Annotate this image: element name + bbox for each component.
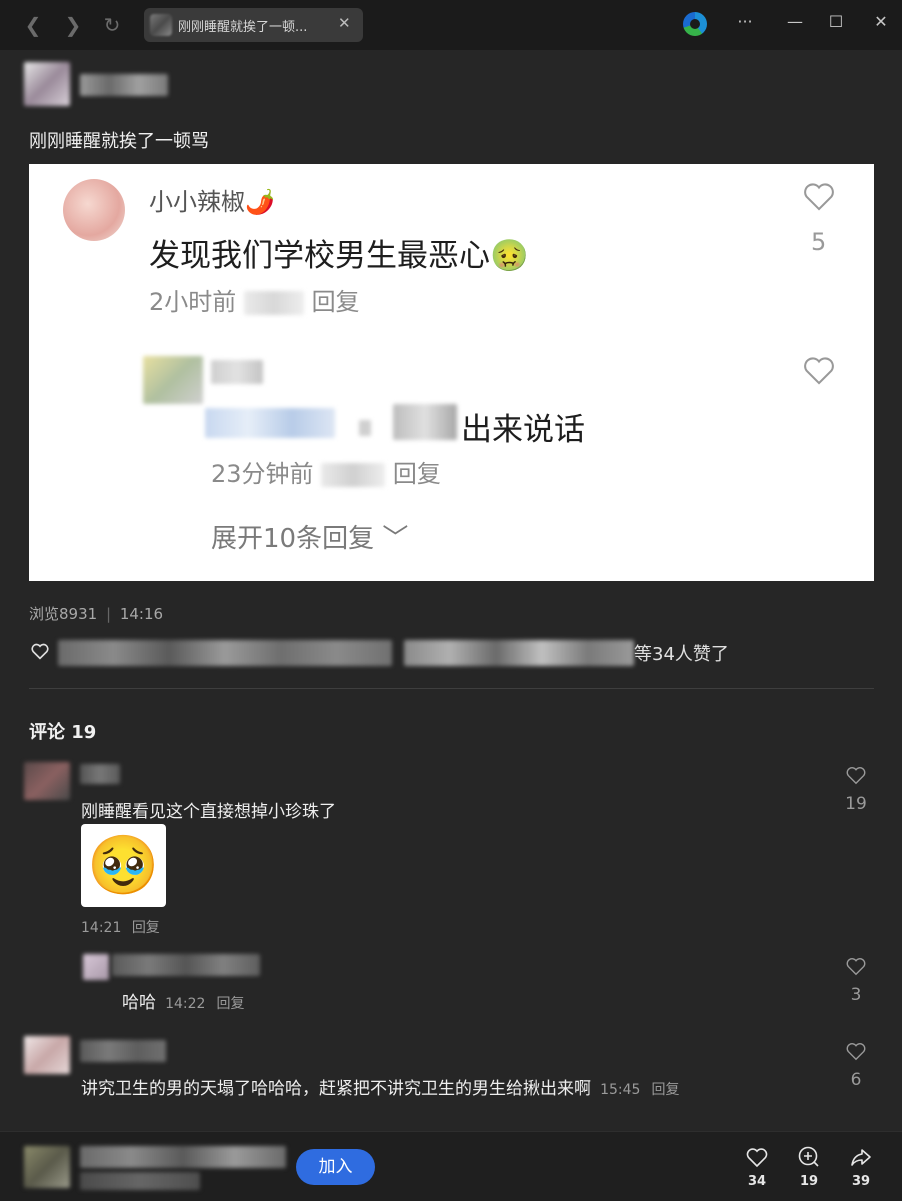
reply-time: 23分钟前 — [211, 460, 314, 488]
author-name-blurred[interactable] — [80, 74, 168, 96]
liker-names-blurred[interactable] — [58, 640, 392, 666]
author-avatar[interactable] — [24, 62, 70, 106]
comment1-name-blurred[interactable] — [80, 764, 120, 784]
comment2-name-blurred[interactable] — [80, 1040, 166, 1062]
comment1-like-count: 19 — [845, 794, 867, 814]
close-window-icon[interactable]: ✕ — [869, 12, 893, 31]
divider — [29, 688, 874, 689]
browser-tab[interactable]: 刚刚睡醒就挨了一顿... ✕ — [144, 8, 363, 42]
reply-reply: 回复 — [392, 460, 441, 488]
like-heart-icon[interactable] — [30, 642, 50, 660]
comment1-meta: 14:21 回复 — [81, 917, 160, 937]
expand-replies: 展开10条回复 ﹀ — [211, 524, 409, 554]
location-blurred — [243, 291, 304, 315]
tab-title: 刚刚睡醒就挨了一顿... — [178, 20, 308, 35]
reply-meta: 23分钟前 回复 — [211, 454, 441, 489]
browser-titlebar: ❮ ❯ ↻ 刚刚睡醒就挨了一顿... ✕ ··· — ☐ ✕ — [0, 0, 902, 50]
comment-meta: 2小时前 回复 — [149, 282, 360, 317]
comment-like-count: 5 — [811, 228, 827, 256]
view-count: 浏览8931 — [29, 605, 98, 623]
tab-favicon — [150, 14, 172, 36]
comment2-line: 讲究卫生的男的天塌了哈哈哈，赶紧把不讲究卫生的男生给揪出来啊 15:45 回复 — [81, 1074, 680, 1099]
replier-name-blurred — [211, 360, 263, 384]
comment1-time: 14:21 — [81, 920, 122, 936]
comment-add-icon[interactable] — [797, 1145, 821, 1169]
like-icon[interactable] — [745, 1145, 769, 1169]
group-avatar[interactable] — [24, 1146, 70, 1188]
reply1-line: 哈哈 14:22 回复 — [122, 988, 245, 1013]
comment-time: 2小时前 — [149, 288, 237, 316]
join-button[interactable]: 加入 — [296, 1149, 375, 1185]
replier-avatar — [143, 356, 203, 404]
back-icon[interactable]: ❮ — [22, 14, 44, 36]
reply-text: 出来说话 — [461, 412, 585, 448]
comment1-heart-icon[interactable] — [845, 764, 867, 786]
comment2-heart-icon[interactable] — [845, 1040, 867, 1062]
reply-text-blurred — [393, 404, 457, 440]
likes-summary: 等34人赞了 — [634, 644, 729, 665]
comment1-text: 刚睡醒看见这个直接想掉小珍珠了 — [81, 802, 336, 822]
more-options-icon[interactable]: ··· — [733, 12, 757, 31]
like-count: 34 — [747, 1174, 767, 1189]
reply1-text: 哈哈 — [122, 993, 156, 1013]
post-title: 刚刚睡醒就挨了一顿骂 — [29, 131, 209, 152]
tab-close-icon[interactable]: ✕ — [338, 14, 351, 32]
reply-heart-icon — [804, 357, 834, 385]
group-desc-blurred — [80, 1172, 200, 1190]
comment-count: 19 — [799, 1174, 819, 1189]
forward-icon[interactable]: ❯ — [62, 14, 84, 36]
comments-header: 评论 19 — [29, 722, 97, 743]
maximize-icon[interactable]: ☐ — [824, 12, 848, 31]
post-stats: 浏览8931 | 14:16 — [29, 605, 164, 623]
comment2-like-count: 6 — [850, 1070, 862, 1090]
heart-icon — [804, 183, 834, 211]
reply1-heart-icon[interactable] — [845, 955, 867, 977]
reply1-time: 14:22 — [165, 996, 206, 1012]
post-image[interactable]: 小小辣椒🌶️ 发现我们学校男生最恶心🤢 2小时前 回复 5 出来说话 23分钟前… — [29, 164, 874, 581]
comment-reply: 回复 — [311, 288, 360, 316]
mention-blurred — [205, 408, 335, 438]
comment1-avatar[interactable] — [24, 762, 70, 800]
comment2-avatar[interactable] — [24, 1036, 70, 1074]
reply-location-blurred — [321, 463, 386, 487]
reply1-name-blurred[interactable] — [112, 954, 260, 976]
minimize-icon[interactable]: — — [783, 12, 807, 31]
reply1-like-count: 3 — [850, 985, 862, 1005]
comment2-reply[interactable]: 回复 — [652, 1082, 680, 1098]
commenter-name: 小小辣椒🌶️ — [149, 188, 275, 216]
group-name-blurred[interactable] — [80, 1146, 286, 1168]
comment-text: 发现我们学校男生最恶心🤢 — [149, 238, 529, 274]
edge-browser-icon[interactable] — [683, 12, 707, 36]
comment2-time: 15:45 — [600, 1082, 641, 1098]
commenter-avatar — [63, 179, 125, 241]
post-time: 14:16 — [119, 605, 164, 623]
comment1-reply[interactable]: 回复 — [132, 920, 160, 936]
liker-names-blurred-2[interactable] — [404, 640, 634, 666]
comment1-emoji-image[interactable]: 🥹 — [81, 824, 166, 907]
reply1-avatar[interactable] — [83, 954, 109, 980]
refresh-icon[interactable]: ↻ — [101, 14, 123, 36]
share-icon[interactable] — [849, 1145, 873, 1169]
blurred-dot — [359, 420, 371, 436]
bottom-action-bar: 加入 34 19 39 — [0, 1131, 902, 1201]
share-count: 39 — [851, 1174, 871, 1189]
comment2-text: 讲究卫生的男的天塌了哈哈哈，赶紧把不讲究卫生的男生给揪出来啊 — [81, 1079, 591, 1099]
reply1-reply[interactable]: 回复 — [217, 996, 245, 1012]
